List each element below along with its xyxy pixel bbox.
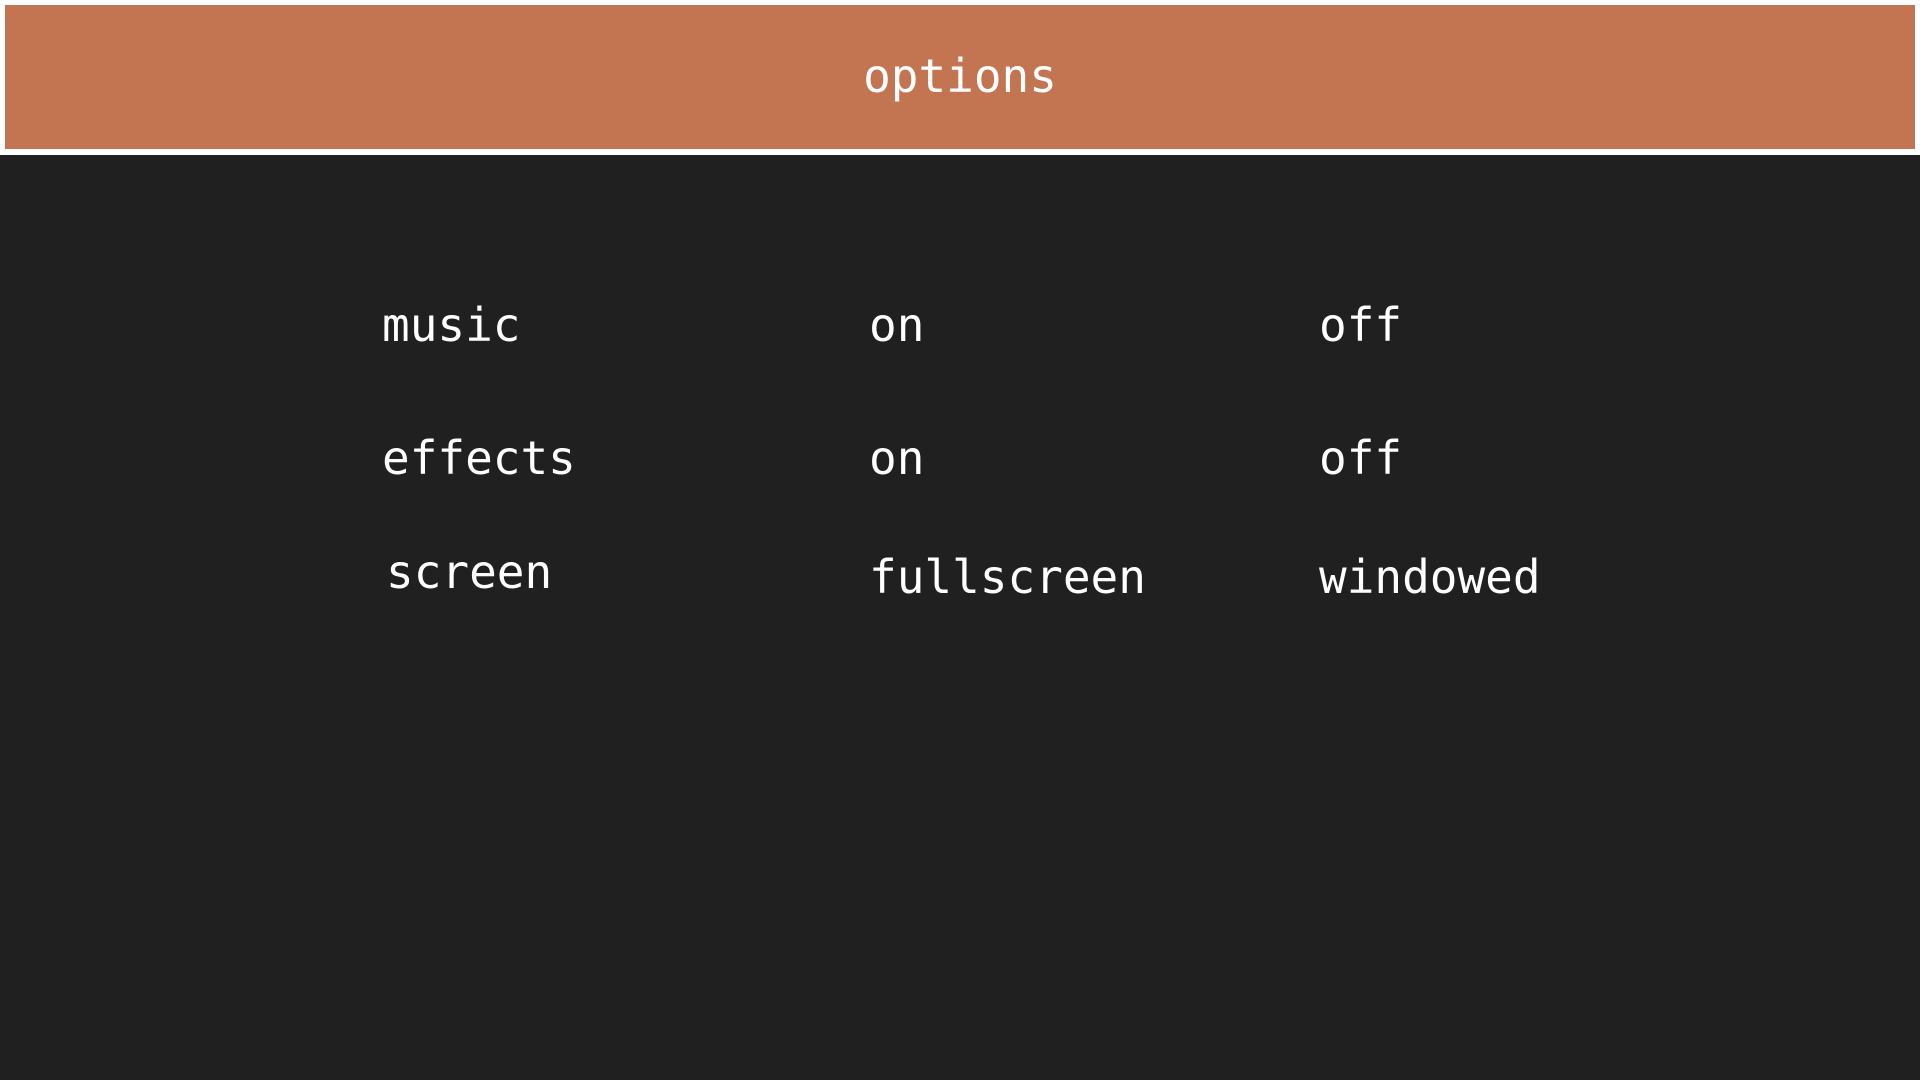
options-header-bar: options (5, 5, 1915, 149)
music-off-option[interactable]: off (1319, 302, 1402, 348)
effects-on-option[interactable]: on (869, 435, 924, 481)
effects-label: effects (382, 431, 576, 485)
options-header: options (0, 0, 1920, 155)
fullscreen-option[interactable]: fullscreen (869, 554, 1146, 600)
screen-label: screen (386, 545, 553, 599)
windowed-option[interactable]: windowed (1319, 554, 1541, 600)
effects-off-option[interactable]: off (1319, 435, 1402, 481)
music-on-option[interactable]: on (869, 302, 924, 348)
music-label: music (382, 298, 521, 352)
page-title: options (863, 49, 1057, 103)
